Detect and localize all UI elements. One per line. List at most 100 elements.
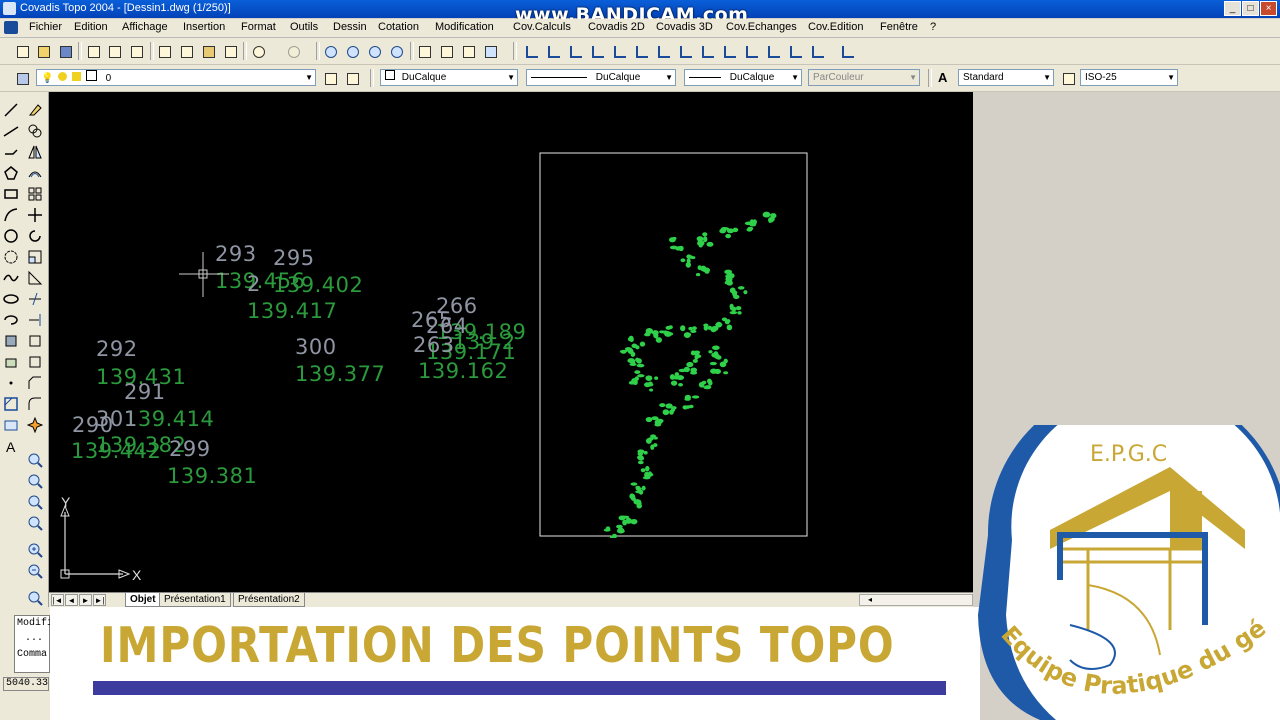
cov-calc-icon-5[interactable] [611,43,627,59]
print-preview-icon[interactable] [106,43,122,59]
zoom-previous-icon[interactable] [388,43,404,59]
menu-cov-edition[interactable]: Cov.Edition [808,21,863,33]
scale-icon[interactable] [27,249,43,265]
publish-icon[interactable] [128,43,144,59]
redo-icon[interactable] [285,43,301,59]
menu-dessin[interactable]: Dessin [333,21,367,33]
explode-icon[interactable] [26,416,44,434]
cov-calc-icon-4[interactable] [589,43,605,59]
cov-calc-icon-11[interactable] [743,43,759,59]
zoom-scale-icon[interactable] [27,494,43,510]
first-tab-button[interactable]: |◄ [51,594,64,606]
polygon-icon[interactable] [3,165,19,181]
spline-icon[interactable] [3,270,19,286]
region-icon[interactable] [3,417,19,433]
copy-object-icon[interactable] [27,123,43,139]
zoom-center-icon[interactable] [27,515,43,531]
multiline-text-icon[interactable]: A [3,438,19,455]
menu-cov-calculs[interactable]: Cov.Calculs [513,21,571,33]
dim-style-select[interactable]: ISO-25 ▼ [1080,69,1178,86]
command-prompt[interactable]: Comma [17,649,47,660]
tab-presentation2[interactable]: Présentation2 [233,593,305,607]
new-icon[interactable] [14,43,30,59]
cov-calc-icon-2[interactable] [545,43,561,59]
mirror-icon[interactable] [27,144,43,160]
tab-objet[interactable]: Objet [125,593,161,607]
undo-icon[interactable] [250,43,266,59]
layer-previous-icon[interactable] [344,70,360,86]
scroll-left-icon[interactable]: ◂ [868,595,872,604]
ellipse-arc-icon[interactable] [3,312,19,328]
offset-icon[interactable] [27,165,43,181]
rotate-icon[interactable] [27,228,43,244]
menu-cotation[interactable]: Cotation [378,21,419,33]
command-window[interactable]: Modifi ... Comma [14,615,53,673]
array-icon[interactable] [27,186,43,202]
cov-calc-icon-1[interactable] [523,43,539,59]
cov-calc-icon-8[interactable] [677,43,693,59]
layer-select[interactable]: 💡 0 ▼ [36,69,316,86]
layer-manager-icon[interactable] [14,70,30,86]
tab-presentation1[interactable]: Présentation1 [159,593,231,607]
maximize-button[interactable]: □ [1242,1,1259,16]
pan-icon[interactable] [322,43,338,59]
join-icon[interactable] [27,354,43,370]
print-icon[interactable] [85,43,101,59]
minimize-button[interactable]: _ [1224,1,1241,16]
ellipse-icon[interactable] [3,291,19,307]
linetype-select[interactable]: DuCalque ▼ [526,69,676,86]
cov-calc-icon-15[interactable] [839,43,855,59]
menu-modification[interactable]: Modification [435,21,494,33]
paste-icon[interactable] [200,43,216,59]
zoom-plus-icon[interactable] [27,542,43,558]
line-icon[interactable] [3,102,19,118]
erase-icon[interactable] [27,102,43,118]
zoom-all-icon[interactable] [27,590,43,606]
menu-help[interactable]: ? [930,21,936,33]
menu-insertion[interactable]: Insertion [183,21,225,33]
menu-edition[interactable]: Edition [74,21,108,33]
make-block-icon[interactable] [3,354,19,370]
stretch-icon[interactable] [27,270,43,286]
color-select[interactable]: DuCalque ▼ [380,69,518,86]
last-tab-button[interactable]: ►| [93,594,106,606]
cov-calc-icon-14[interactable] [809,43,825,59]
lineweight-select[interactable]: DuCalque ▼ [684,69,802,86]
tool-palettes-icon[interactable] [460,43,476,59]
construction-line-icon[interactable] [3,123,19,139]
hatch-icon[interactable] [3,396,19,412]
polyline-icon[interactable] [3,144,19,160]
arc-icon[interactable] [3,207,19,223]
dim-style-icon[interactable] [1060,70,1076,86]
fillet-icon[interactable] [27,396,43,412]
menu-outils[interactable]: Outils [290,21,318,33]
zoom-in-icon[interactable] [27,452,43,468]
cov-calc-icon-9[interactable] [699,43,715,59]
help-icon[interactable] [482,43,498,59]
break-icon[interactable] [27,333,43,349]
menu-affichage[interactable]: Affichage [122,21,168,33]
cov-calc-icon-10[interactable] [721,43,737,59]
cut-icon[interactable] [156,43,172,59]
circle-icon[interactable] [3,228,19,244]
cov-calc-icon-6[interactable] [633,43,649,59]
text-style-select[interactable]: Standard ▼ [958,69,1054,86]
horizontal-scrollbar[interactable]: ◂ [859,594,973,606]
menu-cov-echanges[interactable]: Cov.Echanges [726,21,797,33]
close-button[interactable]: × [1260,1,1277,16]
menu-format[interactable]: Format [241,21,276,33]
document-icon[interactable] [4,21,18,34]
chamfer-icon[interactable] [27,375,43,391]
make-layer-current-icon[interactable] [322,70,338,86]
cov-calc-icon-13[interactable] [787,43,803,59]
text-style-icon[interactable]: A [938,70,954,86]
copy-icon[interactable] [178,43,194,59]
point-icon[interactable] [3,375,19,391]
extend-icon[interactable] [27,312,43,328]
rectangle-icon[interactable] [3,186,19,202]
menu-covadis-3d[interactable]: Covadis 3D [656,21,713,33]
zoom-minus-icon[interactable] [27,563,43,579]
cov-calc-icon-12[interactable] [765,43,781,59]
zoom-window-icon[interactable] [366,43,382,59]
design-center-icon[interactable] [438,43,454,59]
